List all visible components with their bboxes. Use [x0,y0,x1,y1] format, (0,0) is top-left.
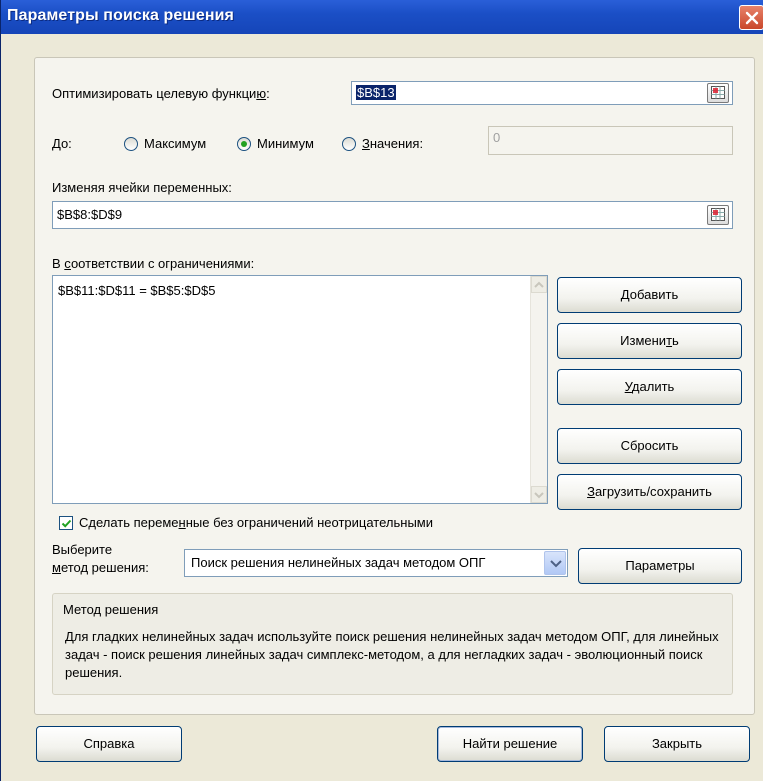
method-select[interactable]: Поиск решения нелинейных задач методом О… [184,549,568,577]
method-dropdown-button[interactable] [544,551,566,575]
radio-minimum[interactable] [237,137,251,151]
add-button[interactable]: Добавить [557,277,742,313]
solve-button[interactable]: Найти решение [437,726,583,762]
cell-reference-icon [711,208,725,221]
chevron-up-icon [534,281,544,288]
close-icon [745,11,759,25]
variables-ref-button[interactable] [707,205,729,225]
variables-input[interactable]: $B$8:$D$9 [52,201,733,229]
method-label: Выберите метод решения: [52,542,149,575]
reset-button[interactable]: Сбросить [557,428,742,464]
radio-value-label[interactable]: Значения: [362,136,423,151]
help-button[interactable]: Справка [36,726,182,762]
method-select-value: Поиск решения нелинейных задач методом О… [191,555,486,570]
objective-ref-button[interactable] [707,83,729,103]
constraints-scrollbar[interactable] [530,276,547,503]
title-bar[interactable]: Параметры поиска решения [1,0,763,34]
radio-maximum-label[interactable]: Максимум [144,136,206,151]
change-button[interactable]: Изменить [557,323,742,359]
checkmark-icon [61,519,72,528]
radio-value[interactable] [342,137,356,151]
chevron-down-icon [550,560,562,568]
objective-label: Оптимизировать целевую функцию: [52,86,270,101]
list-item[interactable]: $B$11:$D$11 = $B$5:$D$5 [58,283,215,298]
chevron-down-icon [534,492,544,499]
constraints-label: В соответствии с ограничениями: [52,256,255,271]
constraints-list[interactable]: $B$11:$D$11 = $B$5:$D$5 [52,275,548,504]
solver-dialog: Параметры поиска решения Оптимизировать … [0,0,763,781]
value-input[interactable]: 0 [488,126,733,155]
objective-input[interactable]: $B$13 [351,81,733,105]
method-info-title: Метод решения [63,602,159,617]
options-button[interactable]: Параметры [578,548,742,584]
radio-maximum[interactable] [124,137,138,151]
nonnegative-checkbox[interactable] [59,516,73,530]
variables-label: Изменяя ячейки переменных: [52,180,232,195]
close-button[interactable]: Закрыть [604,726,750,762]
nonnegative-label[interactable]: Сделать переменные без ограничений неотр… [79,515,433,530]
scroll-down-button[interactable] [531,486,547,503]
method-info-group: Метод решения Для гладких нелинейных зад… [52,593,733,695]
to-label: До: [52,136,72,151]
close-window-button[interactable] [739,5,763,30]
radio-minimum-label[interactable]: Минимум [257,136,314,151]
load-save-button[interactable]: Загрузить/сохранить [557,474,742,510]
method-info-text: Для гладких нелинейных задач используйте… [65,629,719,680]
cell-reference-icon [711,86,725,99]
delete-button[interactable]: Удалить [557,369,742,405]
scroll-up-button[interactable] [531,276,547,293]
dialog-title: Параметры поиска решения [7,7,234,24]
